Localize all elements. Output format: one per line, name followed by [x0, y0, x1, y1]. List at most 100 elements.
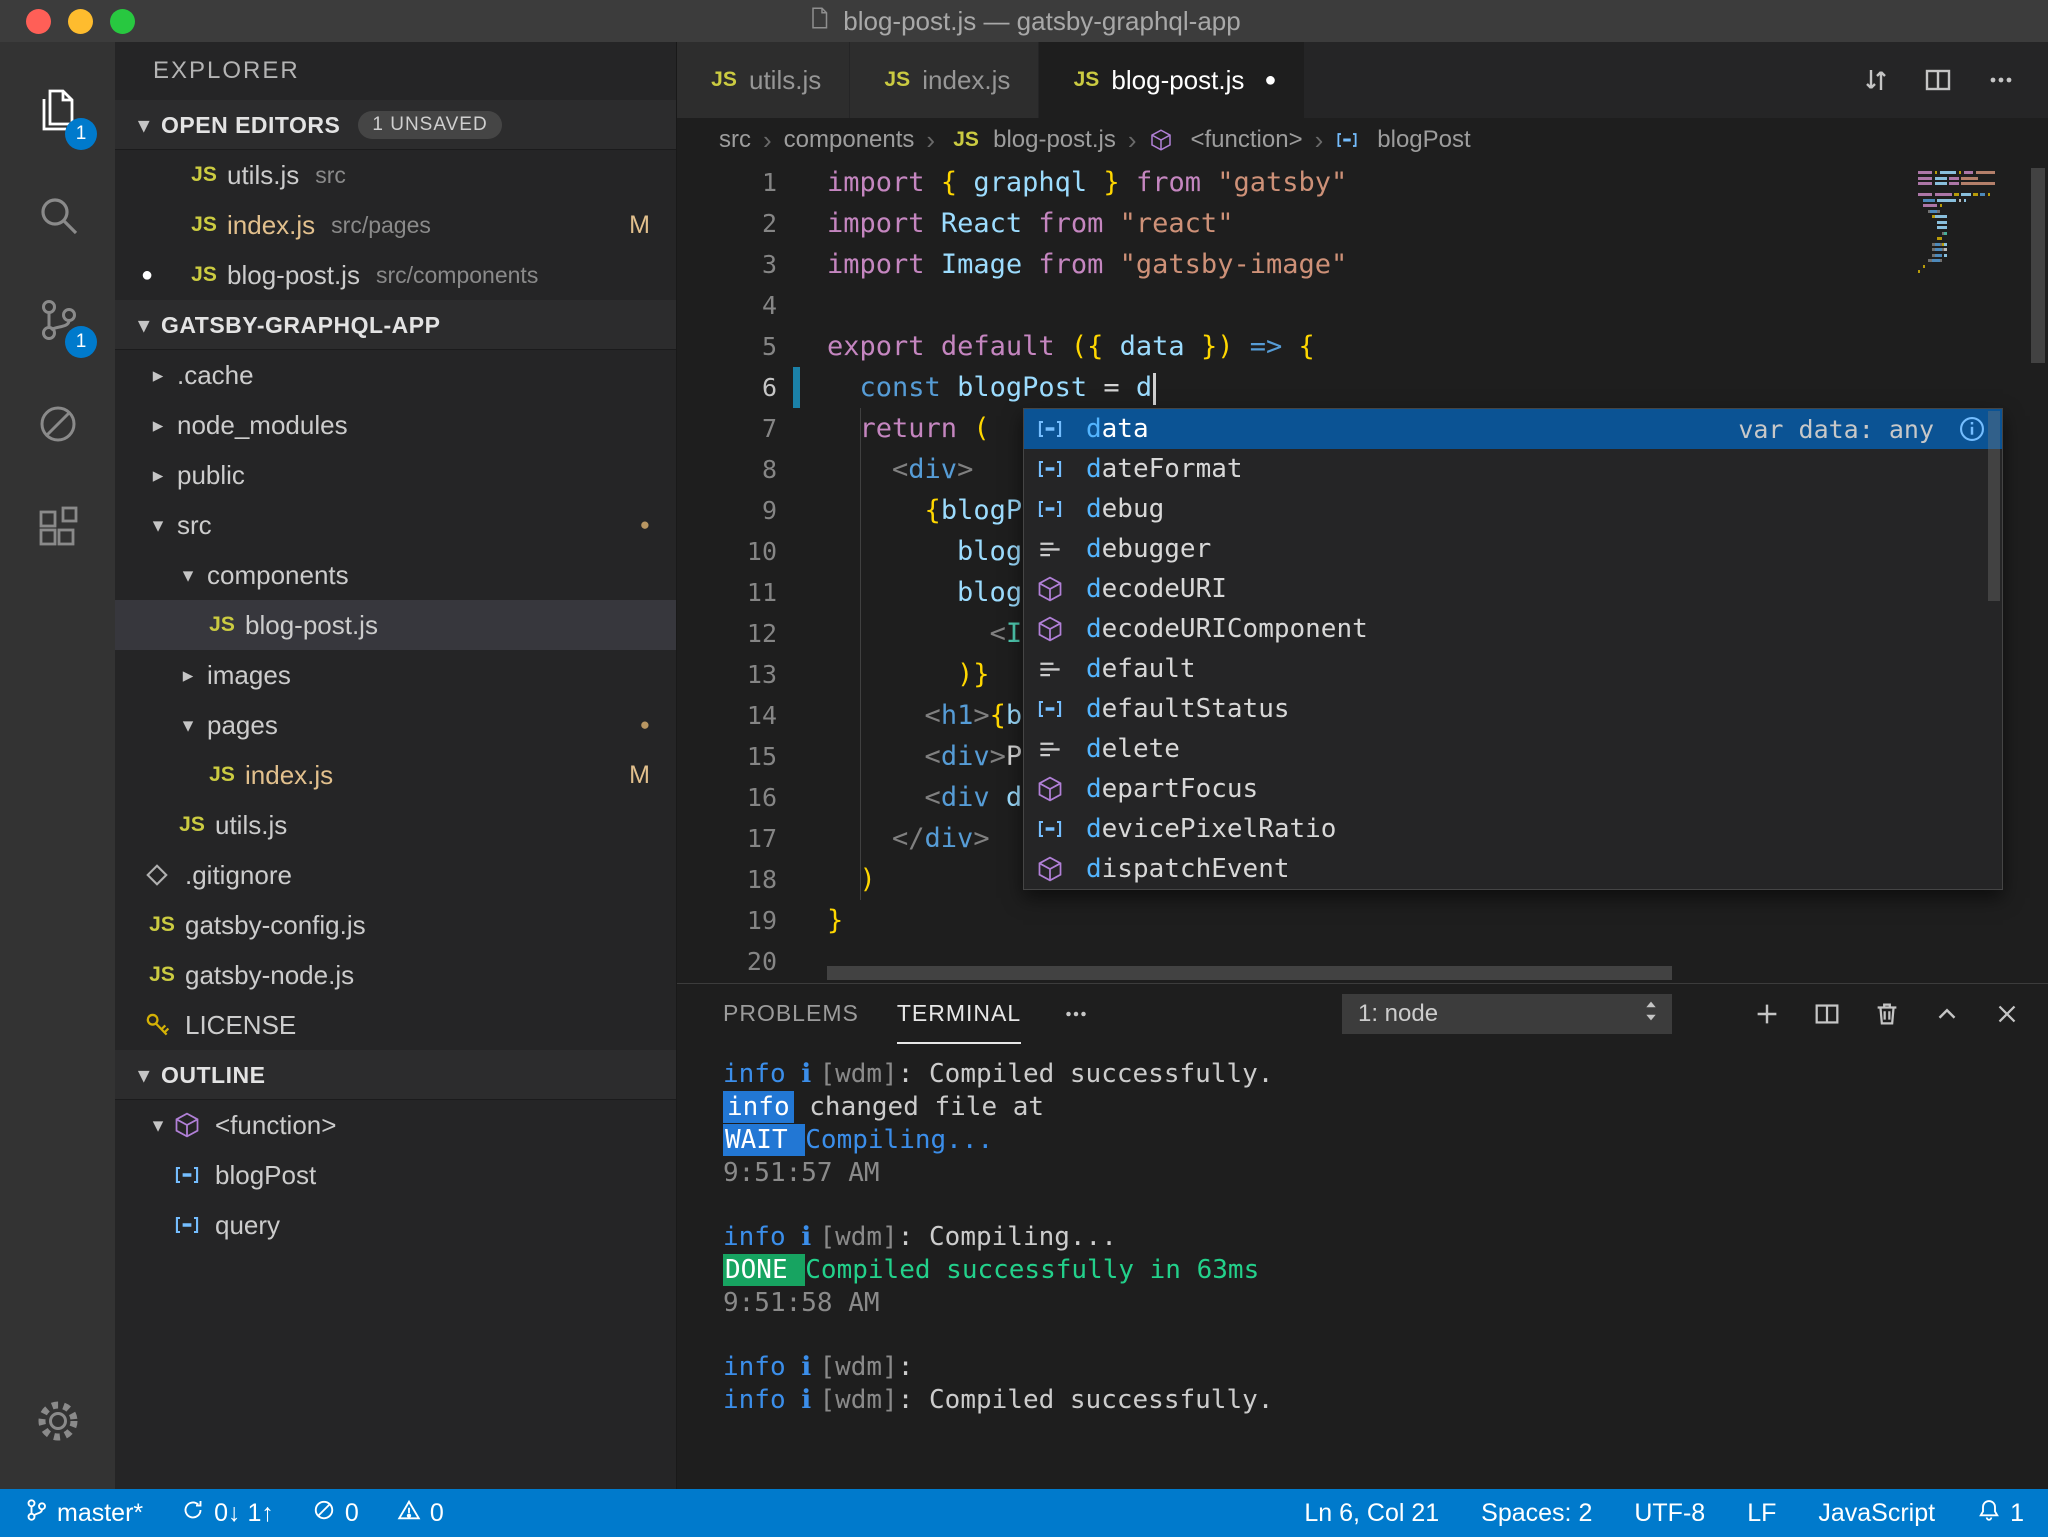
- suggestion-decodeURI[interactable]: decodeURI: [1024, 569, 2002, 609]
- git-status-badge: M: [629, 210, 650, 239]
- code-editor[interactable]: 1 import { graphql } from "gatsby" 2 import…: [677, 162, 2048, 983]
- sidebar-item-query[interactable]: query: [115, 1200, 676, 1250]
- function-symbol-icon: [1038, 776, 1062, 802]
- terminal-output[interactable]: info ℹ [wdm]: Compiled successfully. info…: [677, 1044, 2048, 1417]
- sidebar-item-gatsby-config.js[interactable]: JS gatsby-config.js: [115, 900, 676, 950]
- status-sync-changes[interactable]: 0↓ 1↑: [181, 1497, 274, 1530]
- code-text: <div>P: [924, 741, 1023, 772]
- suggestion-decodeURIComponent[interactable]: decodeURIComponent: [1024, 609, 2002, 649]
- sidebar-item-<function>[interactable]: ▾ <function>: [115, 1100, 676, 1150]
- info-icon[interactable]: [1958, 415, 1986, 443]
- status-notifications[interactable]: 1: [1977, 1497, 2024, 1530]
- horizontal-scrollbar[interactable]: [827, 966, 1672, 980]
- variable-symbol-icon: [175, 1166, 199, 1184]
- suggestion-dateFormat[interactable]: dateFormat: [1024, 449, 2002, 489]
- explorer-sidebar: EXPLORER ▾ OPEN EDITORS 1 UNSAVED JS utils.j…: [115, 42, 677, 1489]
- new-terminal-icon[interactable]: [1752, 999, 1782, 1029]
- code-line-2[interactable]: 2 import React from "react": [677, 203, 2048, 244]
- sidebar-item-.gitignore[interactable]: .gitignore: [115, 850, 676, 900]
- suggestion-data[interactable]: data var data: any: [1024, 409, 2002, 449]
- open-editor-index.js[interactable]: JS index.js src/pages M: [115, 200, 676, 250]
- sidebar-item-components[interactable]: ▾ components: [115, 550, 676, 600]
- open-editor-blog-post.js[interactable]: ● JS blog-post.js src/components: [115, 250, 676, 300]
- panel-tab-problems[interactable]: PROBLEMS: [723, 984, 859, 1044]
- suggestion-delete[interactable]: delete: [1024, 729, 2002, 769]
- breadcrumb-item-components[interactable]: components: [784, 126, 915, 154]
- breadcrumb-item-blog-post.js[interactable]: JS blog-post.js: [947, 126, 1116, 154]
- status-git-branch[interactable]: master*: [24, 1497, 143, 1530]
- code-line-19[interactable]: 19}: [677, 900, 2048, 941]
- code-line-5[interactable]: 5 export default ({ data }) => {: [677, 326, 2048, 367]
- split-editor-icon[interactable]: [1922, 64, 1954, 96]
- sidebar-item-.cache[interactable]: ▸ .cache: [115, 350, 676, 400]
- explorer-activity-icon[interactable]: 1: [0, 60, 115, 164]
- line-number: 11: [746, 578, 777, 607]
- kill-terminal-icon[interactable]: [1872, 999, 1902, 1029]
- source-control-activity-icon[interactable]: 1: [0, 268, 115, 372]
- tab-index.js[interactable]: JS index.js: [850, 42, 1040, 118]
- zoom-window-button[interactable]: [110, 8, 135, 34]
- minimap[interactable]: [1918, 170, 2026, 280]
- js-file-icon: JS: [191, 263, 217, 286]
- suggestion-defaultStatus[interactable]: defaultStatus: [1024, 689, 2002, 729]
- sidebar-item-pages[interactable]: ▾ pages ●: [115, 700, 676, 750]
- search-activity-icon[interactable]: [0, 164, 115, 268]
- close-panel-icon[interactable]: [1992, 999, 2022, 1029]
- breadcrumb-item-<function>[interactable]: <function>: [1149, 126, 1303, 154]
- section-header-open-editors[interactable]: ▾ OPEN EDITORS 1 UNSAVED: [115, 100, 676, 150]
- status-cursor-position[interactable]: Ln 6, Col 21: [1304, 1499, 1439, 1528]
- sidebar-item-LICENSE[interactable]: LICENSE: [115, 1000, 676, 1050]
- sidebar-item-gatsby-node.js[interactable]: JS gatsby-node.js: [115, 950, 676, 1000]
- terminal-picker[interactable]: 1: node: [1342, 994, 1672, 1034]
- code-line-3[interactable]: 3 import Image from "gatsby-image": [677, 244, 2048, 285]
- suggestion-dispatchEvent[interactable]: dispatchEvent: [1024, 849, 2002, 889]
- sidebar-item-src[interactable]: ▾ src ●: [115, 500, 676, 550]
- maximize-panel-icon[interactable]: [1932, 999, 1962, 1029]
- split-terminal-icon[interactable]: [1812, 999, 1842, 1029]
- suggestion-debugger[interactable]: debugger: [1024, 529, 2002, 569]
- panel-more-icon[interactable]: [1059, 999, 1093, 1029]
- status-encoding[interactable]: UTF-8: [1634, 1499, 1705, 1528]
- sidebar-item-index.js[interactable]: JS index.js M: [115, 750, 676, 800]
- sidebar-item-public[interactable]: ▸ public: [115, 450, 676, 500]
- open-editor-utils.js[interactable]: JS utils.js src: [115, 150, 676, 200]
- panel-tab-terminal[interactable]: TERMINAL: [896, 984, 1022, 1044]
- debug-activity-icon[interactable]: [0, 372, 115, 476]
- sidebar-item-utils.js[interactable]: JS utils.js: [115, 800, 676, 850]
- dirty-dot-icon[interactable]: ●: [1264, 69, 1276, 92]
- swap-editors-icon[interactable]: [1860, 64, 1892, 96]
- sidebar-item-blogPost[interactable]: blogPost: [115, 1150, 676, 1200]
- suggest-scrollbar[interactable]: [1988, 411, 2000, 601]
- section-header-outline[interactable]: ▾ OUTLINE: [115, 1050, 676, 1100]
- tab-blog-post.js[interactable]: JS blog-post.js ●: [1039, 42, 1306, 118]
- more-editor-actions-icon[interactable]: [1984, 64, 2018, 96]
- extensions-activity-icon[interactable]: [0, 476, 115, 580]
- breadcrumb-item-src[interactable]: src: [719, 126, 751, 154]
- suggestion-default[interactable]: default: [1024, 649, 2002, 689]
- sidebar-item-node_modules[interactable]: ▸ node_modules: [115, 400, 676, 450]
- minimize-window-button[interactable]: [68, 8, 93, 34]
- close-window-button[interactable]: [26, 8, 51, 34]
- status-language-mode[interactable]: JavaScript: [1818, 1499, 1935, 1528]
- sidebar-item-blog-post.js[interactable]: JS blog-post.js: [115, 600, 676, 650]
- tab-utils.js[interactable]: JS utils.js: [677, 42, 851, 118]
- breadcrumb-item-blogPost[interactable]: blogPost: [1335, 126, 1471, 154]
- settings-activity-icon[interactable]: [0, 1369, 115, 1473]
- line-number: 2: [761, 209, 777, 238]
- code-line-6[interactable]: 6 const blogPost = d: [677, 367, 2048, 408]
- section-header-workspace[interactable]: ▾ GATSBY-GRAPHQL-APP: [115, 300, 676, 350]
- vertical-scrollbar[interactable]: [2028, 162, 2048, 983]
- suggestion-devicePixelRatio[interactable]: devicePixelRatio: [1024, 809, 2002, 849]
- tab-label: index.js: [922, 64, 1011, 95]
- status-label: 1: [2010, 1498, 2024, 1527]
- status-eol[interactable]: LF: [1747, 1499, 1776, 1528]
- suggestion-departFocus[interactable]: departFocus: [1024, 769, 2002, 809]
- status-errors[interactable]: 0: [312, 1497, 359, 1530]
- code-line-1[interactable]: 1 import { graphql } from "gatsby": [677, 162, 2048, 203]
- status-warnings[interactable]: 0: [397, 1497, 444, 1530]
- sidebar-item-images[interactable]: ▸ images: [115, 650, 676, 700]
- code-line-4[interactable]: 4: [677, 285, 2048, 326]
- status-indentation[interactable]: Spaces: 2: [1481, 1499, 1592, 1528]
- suggestion-debug[interactable]: debug: [1024, 489, 2002, 529]
- line-number: 3: [761, 250, 777, 279]
